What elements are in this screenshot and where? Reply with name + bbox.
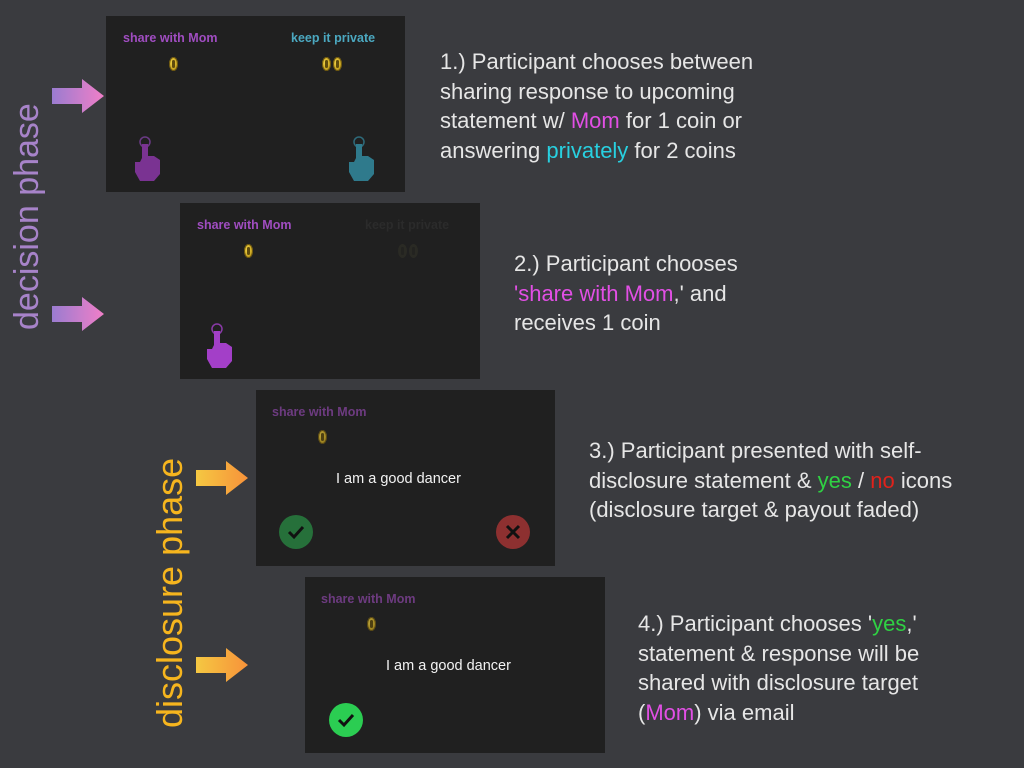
keep-private-option[interactable]: keep it private (291, 31, 375, 45)
share-with-mom-option[interactable]: share with Mom (197, 218, 291, 232)
share-with-mom-faded: share with Mom (321, 592, 416, 606)
caption-line: (disclosure target & payout faded) (589, 497, 920, 522)
decision-phase-label: decision phase (8, 103, 46, 330)
pointing-hand-icon (207, 323, 232, 368)
caption-text: 4.) Participant chooses ' (638, 611, 873, 636)
caption-line: 1.) Participant chooses between (440, 49, 754, 74)
mom-highlight: Mom (570, 108, 620, 133)
caption-line: 'share with Mom,' and (514, 279, 738, 309)
caption-text: icons (894, 467, 953, 493)
decision-arrow-icon (52, 297, 104, 331)
caption-line: 4.) Participant chooses 'yes,' (638, 609, 919, 639)
caption-step-3: 3.) Participant presented with self- dis… (589, 436, 952, 525)
x-icon[interactable] (496, 515, 530, 549)
caption-line: shared with disclosure target (638, 670, 919, 695)
caption-line: 2.) Participant chooses (514, 251, 738, 276)
disclosure-arrow-icon (196, 461, 248, 495)
mom-highlight: share with Mom (518, 280, 674, 306)
caption-text: for 2 coins (628, 137, 736, 163)
caption-text: statement w/ (440, 108, 571, 133)
share-with-mom-faded: share with Mom (272, 405, 367, 419)
disclosure-phase-label: disclosure phase (149, 457, 190, 728)
disclosure-screen-1: share with Mom I am a good dancer (256, 390, 555, 566)
caption-line: statement w/ Mom for 1 coin or (440, 106, 753, 136)
coin-icon (169, 57, 178, 71)
caption-text: / (851, 467, 871, 493)
disclosure-screen-2: share with Mom I am a good dancer (305, 577, 605, 753)
caption-step-4: 4.) Participant chooses 'yes,' statement… (638, 609, 919, 727)
statement-text: I am a good dancer (386, 658, 511, 674)
caption-line: sharing response to upcoming (440, 78, 735, 104)
check-icon[interactable] (279, 515, 313, 549)
keep-private-option-faded: keep it private (365, 218, 450, 232)
coin-icon (318, 430, 327, 444)
yes-highlight: yes (872, 611, 907, 636)
caption-step-2: 2.) Participant chooses 'share with Mom,… (514, 249, 738, 338)
decision-screen-1: share with Mom keep it private (106, 16, 405, 192)
statement-text: I am a good dancer (336, 471, 461, 487)
check-icon[interactable] (329, 703, 363, 737)
caption-text: ,' and (673, 280, 727, 306)
caption-line: (Mom) via email (638, 698, 919, 728)
share-with-mom-option[interactable]: share with Mom (123, 31, 217, 45)
no-highlight: no (870, 467, 895, 493)
caption-line: 3.) Participant presented with self- (589, 438, 922, 463)
caption-text: disclosure statement & (589, 467, 818, 493)
pointing-hand-icon (135, 136, 160, 181)
caption-line: statement & response will be (638, 640, 920, 666)
caption-text: answering (440, 137, 547, 163)
decision-arrow-icon (52, 79, 104, 113)
caption-line: answering privately for 2 coins (440, 136, 753, 166)
disclosure-arrow-icon (196, 648, 248, 682)
caption-line: disclosure statement & yes / no icons (589, 466, 952, 496)
yes-highlight: yes (817, 467, 852, 493)
decision-screen-2: share with Mom keep it private (180, 203, 480, 379)
coin-icon (322, 57, 331, 71)
private-highlight: privately (546, 137, 629, 163)
caption-text: ) via email (694, 699, 795, 725)
caption-text: for 1 coin or (619, 108, 743, 133)
coin-icon-faded (409, 244, 418, 258)
caption-text: ,' (906, 611, 917, 636)
caption-step-1: 1.) Participant chooses between sharing … (440, 47, 753, 165)
coin-icon (367, 617, 376, 631)
coin-icon (244, 244, 253, 258)
coin-icon (333, 57, 342, 71)
coin-icon-faded (398, 244, 407, 258)
caption-line: receives 1 coin (514, 310, 661, 335)
mom-highlight: Mom (645, 699, 695, 725)
pointing-hand-icon (349, 136, 374, 181)
